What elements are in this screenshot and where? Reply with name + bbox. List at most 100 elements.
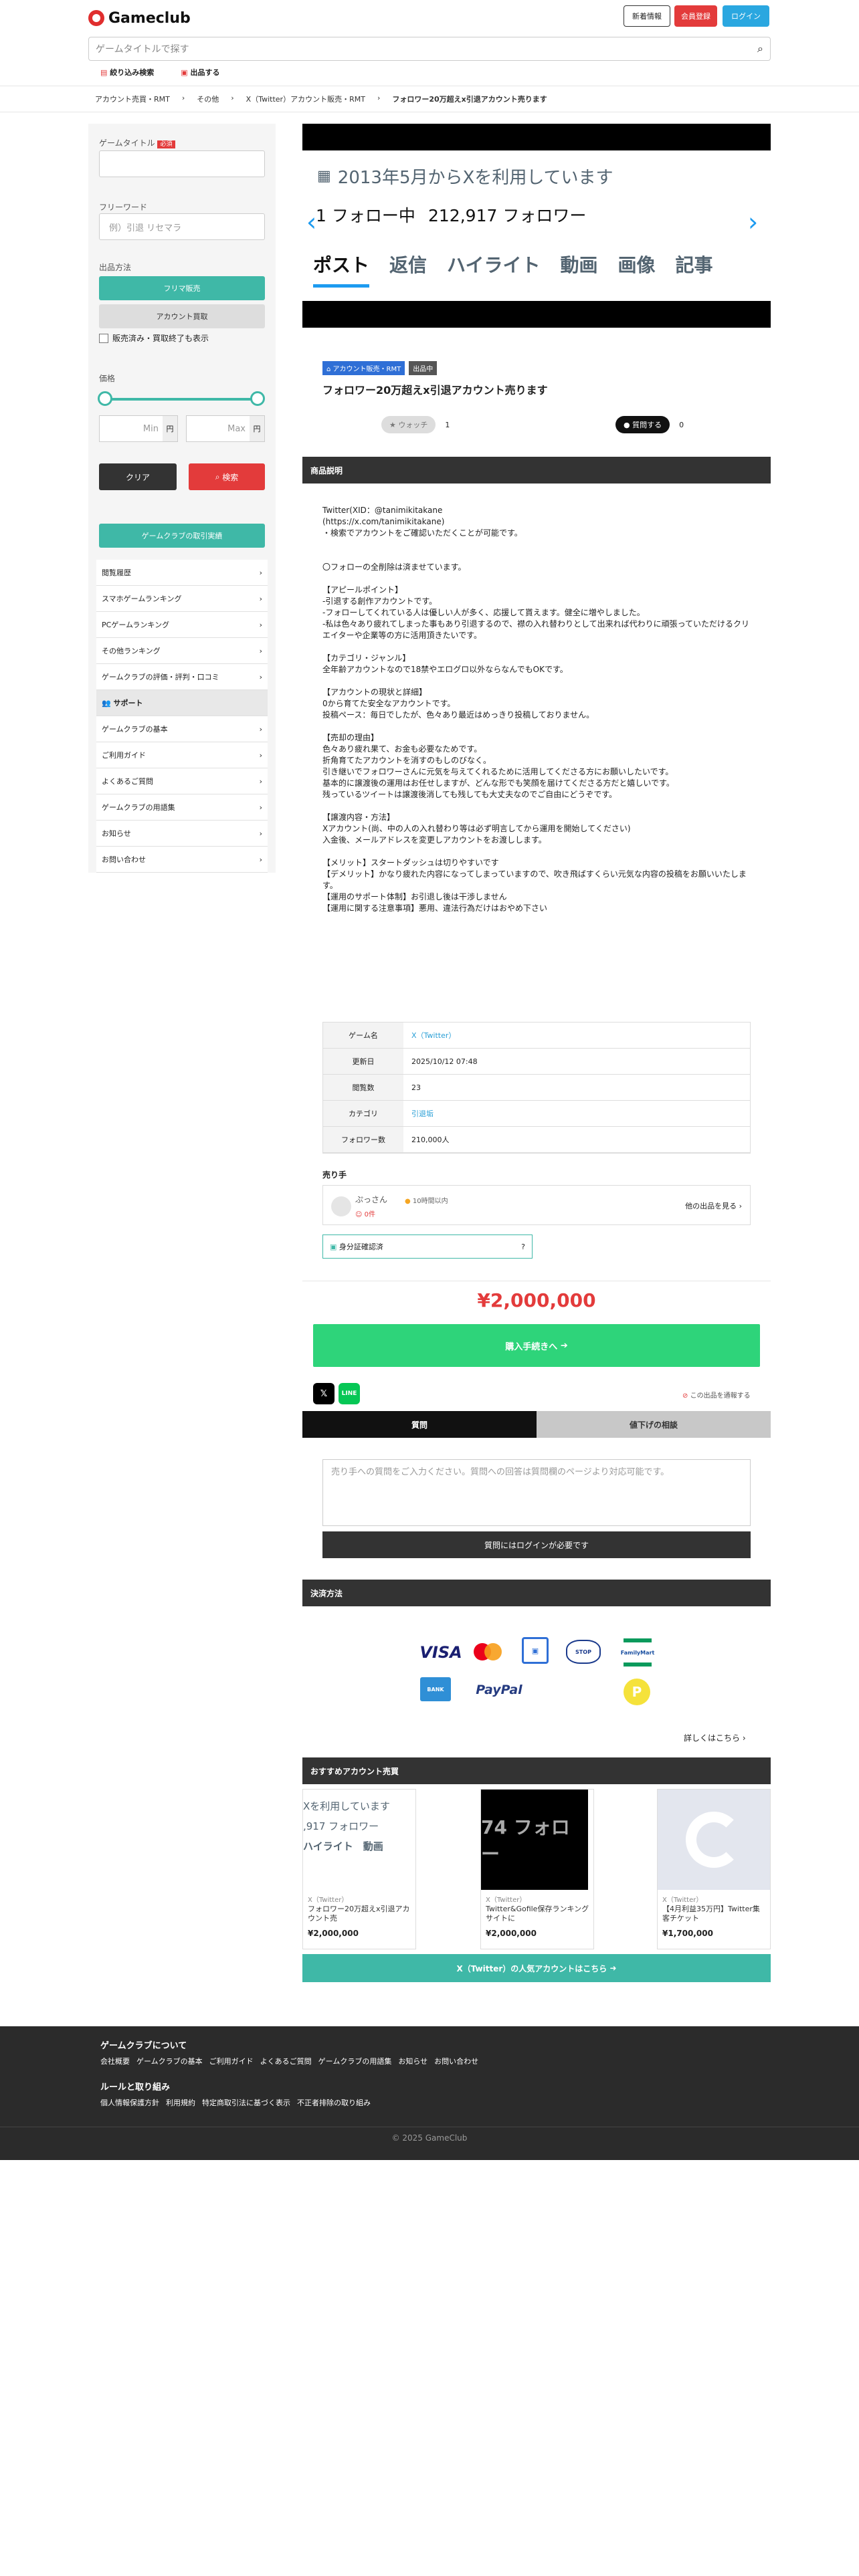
tab-question[interactable]: 質問 — [302, 1411, 537, 1438]
flea-market-button[interactable]: フリマ販売 — [99, 276, 265, 300]
track-record-button[interactable]: ゲームクラブの取引実績 — [99, 524, 265, 548]
logo[interactable]: Gameclub — [88, 7, 191, 29]
filter-search-link[interactable]: ▤ 絞り込み検索 — [100, 67, 154, 78]
seller-card[interactable]: ぷっさん ● 10時間以内 ☺ 0件 他の出品を見る › — [322, 1185, 751, 1225]
familymart-logo: FamilyMart — [621, 1638, 654, 1667]
prev-arrow-icon[interactable]: ‹ — [306, 207, 316, 237]
sell-link[interactable]: ▣ 出品する — [181, 67, 219, 78]
footer-link[interactable]: お問い合わせ — [434, 2056, 478, 2066]
sidebar-item-news[interactable]: お知らせ › — [96, 821, 268, 847]
line-share-icon[interactable]: LINE — [339, 1383, 360, 1404]
recommended-card[interactable]: Xを利用しています ,917 フォロワー ハイライト 動画 — [302, 1789, 416, 1949]
sidebar-item-pc-ranking[interactable]: PCゲームランキング › — [96, 612, 268, 638]
footer-link[interactable]: よくあるご質問 — [260, 2056, 312, 2066]
cards-logo — [543, 1675, 585, 1705]
description-line: 【メリット】スタートダッシュは切りやすいです — [322, 858, 499, 867]
status-badge: 出品中 — [409, 361, 438, 375]
card-title[interactable]: 【4月利益35万円】Twitter集客チケット — [662, 1905, 767, 1925]
spec-key: フォロワー数 — [323, 1127, 403, 1152]
register-button[interactable]: 会員登録 — [674, 5, 717, 27]
sidebar-item-faq[interactable]: よくあるご質問 › — [96, 768, 268, 794]
news-button[interactable]: 新着情報 — [624, 5, 670, 27]
payment-more-link[interactable]: 詳しくはこちら › — [684, 1732, 746, 1743]
report-link[interactable]: ⊘ この出品を通報する — [682, 1390, 751, 1400]
product-image: ▦ 2013年5月からXを利用しています 1 フォロー中 212,917 フォロワ… — [302, 124, 771, 328]
footer-link[interactable]: お知らせ — [398, 2056, 427, 2066]
card-title[interactable]: Twitter&Gofile保存ランキングサイトに — [486, 1905, 590, 1925]
tab-replies[interactable]: 返信 — [389, 251, 427, 288]
recommended-card[interactable] — [657, 1789, 771, 1949]
spec-value: 2025/10/12 07:48 — [411, 1057, 478, 1066]
breadcrumb-item[interactable]: アカウント売買・RMT — [95, 94, 170, 104]
show-sold-checkbox[interactable]: 販売済み・買取終了も表示 — [99, 332, 209, 344]
footer-link[interactable]: 利用規約 — [166, 2097, 195, 2108]
breadcrumb-item[interactable]: その他 — [197, 94, 219, 104]
sidebar-item-other-ranking[interactable]: その他ランキング › — [96, 638, 268, 664]
chevron-right-icon: › — [259, 750, 262, 760]
price-label: 価格 — [99, 374, 116, 383]
description-line: -引退する創作アカウントです。 — [322, 597, 438, 606]
tab-images[interactable]: 画像 — [618, 251, 656, 288]
description-line: 残っているツイートは譲渡後消しても残しても大丈夫なのでご自由にどうぞです。 — [322, 790, 617, 799]
login-button[interactable]: ログイン — [723, 5, 769, 27]
question-textarea[interactable]: 売り手への質問をご入力ください。質問への回答は質問欄のページより対応可能です。 — [322, 1459, 751, 1526]
footer-link[interactable]: ゲームクラブの基本 — [136, 2056, 203, 2066]
help-icon[interactable]: ? — [521, 1243, 525, 1251]
breadcrumb: アカウント売買・RMT › その他 › X（Twitter）アカウント販売・RMT ›… — [95, 94, 547, 104]
x-share-icon[interactable]: 𝕏 — [313, 1383, 335, 1404]
description-line: 【カテゴリ・ジャンル】 — [322, 653, 411, 663]
other-items-link[interactable]: 他の出品を見る › — [685, 1200, 742, 1211]
search-icon: ⌕ — [215, 471, 220, 481]
slider-max-handle[interactable] — [250, 391, 265, 406]
footer-link[interactable]: ゲームクラブの用語集 — [318, 2056, 392, 2066]
sidebar: ゲームタイトル 必須 フリーワード 例）引退 リセマラ 出品方法 フリマ販売 ア… — [88, 124, 276, 873]
slider-min-handle[interactable] — [98, 391, 112, 406]
footer-link[interactable]: 不正者排除の取り組み — [297, 2097, 371, 2108]
sidebar-item-glossary[interactable]: ゲームクラブの用語集 › — [96, 794, 268, 821]
tab-price-negotiation[interactable]: 値下げの相談 — [537, 1411, 771, 1438]
description-line — [322, 721, 751, 732]
tab-videos[interactable]: 動画 — [560, 251, 597, 288]
sidebar-item-basics[interactable]: ゲームクラブの基本 › — [96, 716, 268, 742]
description-line: 入金後、メールアドレスを変更しアカウントをお渡しします。 — [322, 835, 547, 845]
sidebar-item-smartphone-ranking[interactable]: スマホゲームランキング › — [96, 586, 268, 612]
buyback-button[interactable]: アカウント買取 — [99, 304, 265, 328]
chevron-right-icon: › — [259, 672, 262, 681]
sidebar-item-history[interactable]: 閲覧履歴 › — [96, 560, 268, 586]
next-arrow-icon[interactable]: › — [748, 207, 758, 237]
calendar-icon: ▦ — [317, 168, 331, 185]
spec-value[interactable]: 引退垢 — [403, 1101, 750, 1126]
tab-highlights[interactable]: ハイライト — [447, 251, 540, 288]
search-input[interactable]: ゲームタイトルで探す ⌕ — [88, 37, 771, 61]
question-button[interactable]: ● 質問する — [615, 416, 670, 433]
description-line — [322, 675, 751, 687]
watch-button[interactable]: ★ ウォッチ — [381, 416, 436, 433]
popular-accounts-button[interactable]: X（Twitter）の人気アカウントはこちら ➜ — [302, 1954, 771, 1982]
recommended-card[interactable]: 74 フォロー — [480, 1789, 594, 1949]
footer-link[interactable]: 個人情報保護方針 — [100, 2097, 159, 2108]
footer-link[interactable]: 特定商取引法に基づく表示 — [202, 2097, 290, 2108]
sidebar-item-guide[interactable]: ご利用ガイド › — [96, 742, 268, 768]
freeword-input[interactable]: 例）引退 リセマラ — [99, 213, 265, 240]
question-login-button[interactable]: 質問にはログインが必要です — [322, 1531, 751, 1558]
chevron-right-icon: › — [259, 776, 262, 786]
sidebar-item-contact[interactable]: お問い合わせ › — [96, 847, 268, 873]
sidebar-item-reviews[interactable]: ゲームクラブの評価・評判・口コミ › — [96, 664, 268, 690]
max-price-input[interactable]: Max 円 — [186, 415, 265, 442]
chevron-right-icon: › — [259, 594, 262, 603]
buy-button[interactable]: 購入手続きへ ➔ — [313, 1324, 760, 1367]
footer-link[interactable]: ご利用ガイド — [209, 2056, 254, 2066]
min-price-input[interactable]: Min 円 — [99, 415, 178, 442]
tab-posts[interactable]: ポスト — [313, 251, 370, 288]
category-tag[interactable]: ⌂ アカウント販売・RMT — [322, 361, 405, 375]
clear-button[interactable]: クリア — [99, 463, 177, 490]
search-button[interactable]: ⌕ 検索 — [189, 463, 265, 490]
price-slider[interactable] — [103, 398, 261, 401]
game-title-input[interactable] — [99, 150, 265, 177]
card-title[interactable]: フォロワー20万超えx引退アカウント売 — [308, 1905, 412, 1925]
spec-value[interactable]: X（Twitter） — [403, 1023, 750, 1048]
breadcrumb-item[interactable]: X（Twitter）アカウント販売・RMT — [246, 94, 365, 104]
footer-link[interactable]: 会社概要 — [100, 2056, 130, 2066]
tab-articles[interactable]: 記事 — [676, 251, 713, 288]
search-icon[interactable]: ⌕ — [757, 42, 763, 56]
